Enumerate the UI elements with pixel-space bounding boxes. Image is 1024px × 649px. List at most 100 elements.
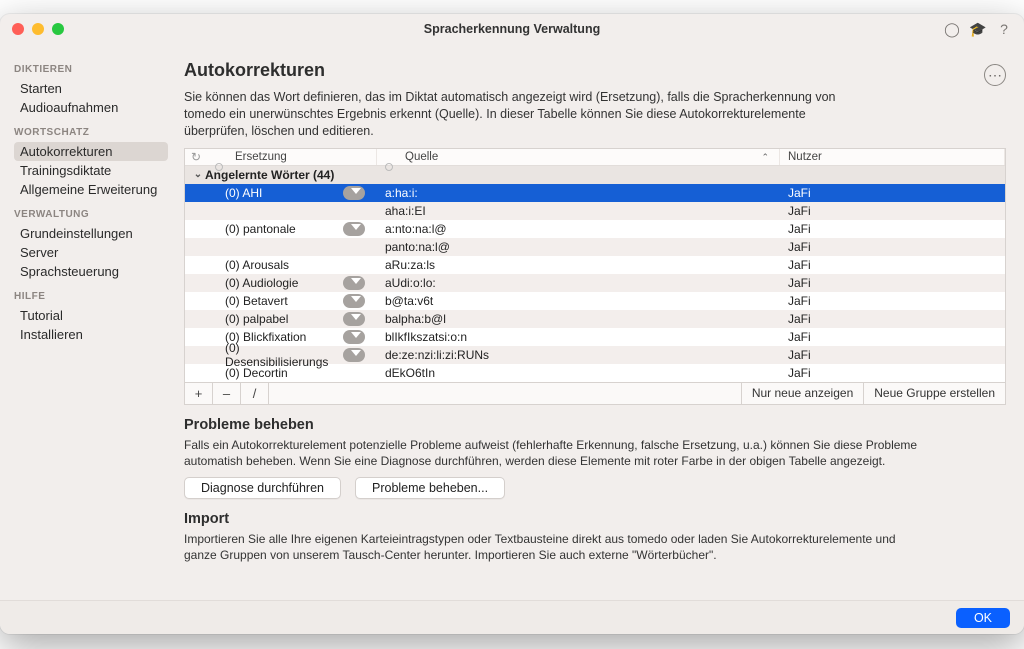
sidebar-item-autokorrekturen[interactable]: Autokorrekturen <box>14 142 168 161</box>
window-controls <box>12 23 64 35</box>
cell-nutzer: JaFi <box>780 258 1005 272</box>
table-row[interactable]: (0) Arousals aRu:za:lsJaFi <box>185 256 1005 274</box>
ok-button[interactable]: OK <box>956 608 1010 628</box>
filter-dot-icon[interactable] <box>215 163 223 171</box>
column-ersetzung[interactable]: Ersetzung <box>207 149 377 165</box>
sidebar-header: DIKTIEREN <box>14 64 168 75</box>
fix-problems-button[interactable]: Probleme beheben... <box>355 477 505 499</box>
sync-icon[interactable]: ◯ <box>944 21 960 37</box>
group-row[interactable]: ⌄ Angelernte Wörter (44) <box>185 166 1005 184</box>
cell-ersetzung: (0) pantonale <box>225 222 296 236</box>
table-row[interactable]: (0) Betavertb@ta:v6tJaFi <box>185 292 1005 310</box>
expand-pill-icon[interactable] <box>343 222 365 236</box>
cell-ersetzung: (0) Arousals <box>225 258 289 272</box>
table-body: (0) AHIa:ha:i:JaFiaha:i:EIJaFi(0) panton… <box>185 184 1005 382</box>
table-header: Ersetzung Quelle ⌃ Nutzer <box>185 149 1005 166</box>
table-row[interactable]: (0) palpabel balpha:b@lJaFi <box>185 310 1005 328</box>
cell-quelle: dEkO6tIn <box>377 366 780 380</box>
zoom-icon[interactable] <box>52 23 64 35</box>
sidebar-header: HILFE <box>14 291 168 302</box>
toolbar-icons: ◯ 🎓 ? <box>944 21 1012 37</box>
remove-button[interactable]: – <box>213 383 241 404</box>
import-title: Import <box>184 511 1006 527</box>
sidebar: DIKTIEREN StartenAudioaufnahmen WORTSCHATZ… <box>0 44 168 600</box>
education-icon[interactable]: 🎓 <box>970 21 986 37</box>
cell-quelle: balpha:b@l <box>377 312 780 326</box>
window-footer: OK <box>0 600 1024 634</box>
table-row[interactable]: (0) AHIa:ha:i:JaFi <box>185 184 1005 202</box>
cell-nutzer: JaFi <box>780 204 1005 218</box>
table-row[interactable]: (0) Desensibilisierungsde:ze:nzi:li:zi:R… <box>185 346 1005 364</box>
cell-nutzer: JaFi <box>780 240 1005 254</box>
cell-nutzer: JaFi <box>780 312 1005 326</box>
page-description: Sie können das Wort definieren, das im D… <box>184 89 864 140</box>
add-button[interactable]: + <box>185 383 213 404</box>
main: Autokorrekturen Sie können das Wort defi… <box>168 44 1024 600</box>
show-new-button[interactable]: Nur neue anzeigen <box>741 383 863 404</box>
sidebar-item-grundeinstellungen[interactable]: Grundeinstellungen <box>14 224 168 243</box>
cell-quelle: aRu:za:ls <box>377 258 780 272</box>
close-icon[interactable] <box>12 23 24 35</box>
titlebar: Spracherkennung Verwaltung ◯ 🎓 ? <box>0 14 1024 44</box>
cell-quelle: aha:i:EI <box>377 204 780 218</box>
window-title: Spracherkennung Verwaltung <box>0 22 1024 36</box>
filter-dot-icon[interactable] <box>385 163 393 171</box>
reload-icon[interactable] <box>185 150 207 164</box>
chevron-down-icon: ⌄ <box>191 169 205 180</box>
cell-quelle: a:ha:i: <box>377 186 780 200</box>
window: Spracherkennung Verwaltung ◯ 🎓 ? DIKTIER… <box>0 14 1024 634</box>
expand-pill-icon[interactable] <box>343 330 365 344</box>
help-icon[interactable]: ? <box>996 21 1012 37</box>
edit-button[interactable]: / <box>241 383 269 404</box>
sidebar-item-server[interactable]: Server <box>14 243 168 262</box>
cell-ersetzung: (0) Betavert <box>225 294 288 308</box>
expand-pill-icon[interactable] <box>343 276 365 290</box>
diagnose-button[interactable]: Diagnose durchführen <box>184 477 341 499</box>
cell-ersetzung: (0) AHI <box>225 186 262 200</box>
sidebar-header: VERWALTUNG <box>14 209 168 220</box>
column-quelle[interactable]: Quelle ⌃ <box>377 149 780 165</box>
sidebar-item-allgemeine-erweiterung[interactable]: Allgemeine Erweiterung <box>14 180 168 199</box>
expand-pill-icon[interactable] <box>343 348 365 362</box>
cell-nutzer: JaFi <box>780 222 1005 236</box>
cell-nutzer: JaFi <box>780 330 1005 344</box>
cell-nutzer: JaFi <box>780 276 1005 290</box>
cell-ersetzung: (0) Decortin <box>225 366 288 380</box>
cell-ersetzung: (0) palpabel <box>225 312 288 326</box>
column-label: Ersetzung <box>235 151 368 163</box>
cell-quelle: panto:na:l@ <box>377 240 780 254</box>
page-title: Autokorrekturen <box>184 60 864 81</box>
sidebar-item-sprachsteuerung[interactable]: Sprachsteuerung <box>14 262 168 281</box>
group-label: Angelernte Wörter (44) <box>205 168 334 182</box>
sort-asc-icon: ⌃ <box>761 152 769 163</box>
spacer <box>269 383 741 404</box>
expand-pill-icon[interactable] <box>343 294 365 308</box>
table-row[interactable]: aha:i:EIJaFi <box>185 202 1005 220</box>
column-label: Quelle <box>405 151 771 163</box>
sidebar-item-starten[interactable]: Starten <box>14 79 168 98</box>
table-row[interactable]: panto:na:l@JaFi <box>185 238 1005 256</box>
body: DIKTIEREN StartenAudioaufnahmen WORTSCHATZ… <box>0 44 1024 600</box>
table-row[interactable]: (0) DecortindEkO6tInJaFi <box>185 364 1005 382</box>
sidebar-item-trainingsdiktate[interactable]: Trainingsdiktate <box>14 161 168 180</box>
minimize-icon[interactable] <box>32 23 44 35</box>
page-header: Autokorrekturen Sie können das Wort defi… <box>184 60 1006 140</box>
table-row[interactable]: (0) pantonale a:nto:na:l@JaFi <box>185 220 1005 238</box>
cell-quelle: de:ze:nzi:li:zi:RUNs <box>377 348 780 362</box>
expand-pill-icon[interactable] <box>343 186 365 200</box>
sidebar-item-installieren[interactable]: Installieren <box>14 325 168 344</box>
sidebar-item-audioaufnahmen[interactable]: Audioaufnahmen <box>14 98 168 117</box>
cell-quelle: a:nto:na:l@ <box>377 222 780 236</box>
more-button[interactable] <box>984 64 1006 86</box>
table-row[interactable]: (0) AudiologieaUdi:o:lo:JaFi <box>185 274 1005 292</box>
sidebar-header: WORTSCHATZ <box>14 127 168 138</box>
sidebar-item-tutorial[interactable]: Tutorial <box>14 306 168 325</box>
column-nutzer[interactable]: Nutzer <box>780 149 1005 165</box>
new-group-button[interactable]: Neue Gruppe erstellen <box>863 383 1005 404</box>
import-body: Importieren Sie alle Ihre eigenen Kartei… <box>184 531 924 563</box>
problems-title: Probleme beheben <box>184 417 1006 433</box>
expand-pill-icon[interactable] <box>343 312 365 326</box>
cell-ersetzung: (0) Desensibilisierungs <box>225 341 343 369</box>
cell-nutzer: JaFi <box>780 348 1005 362</box>
cell-quelle: blIkfIkszatsi:o:n <box>377 330 780 344</box>
